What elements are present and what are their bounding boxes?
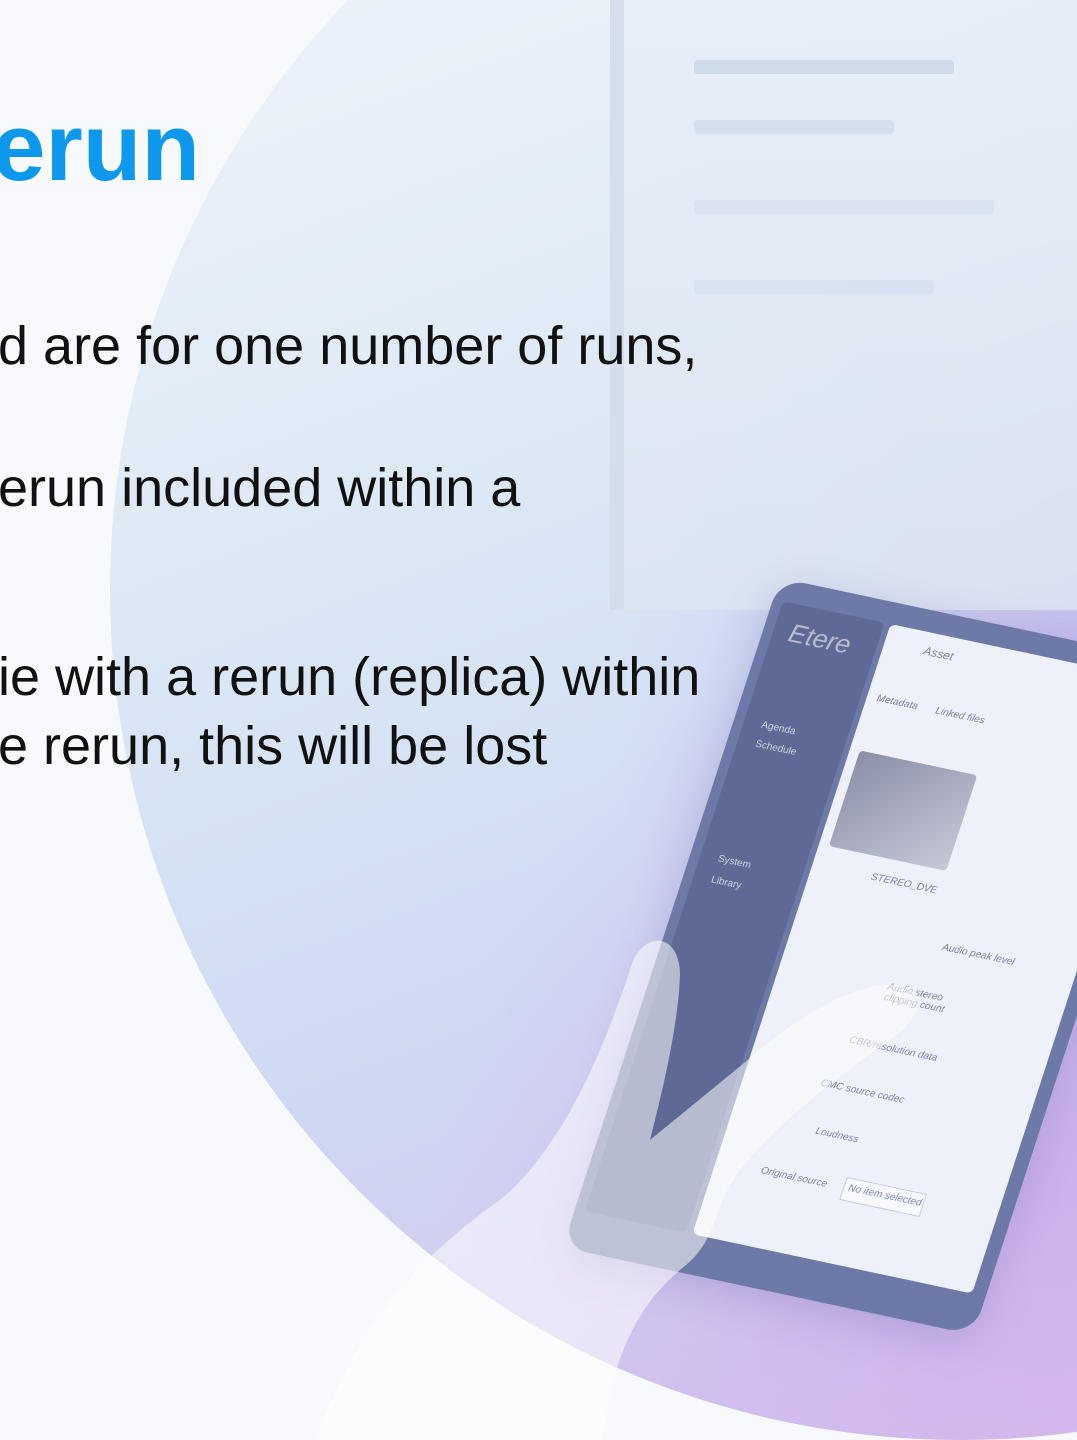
slide: Etere Agenda Schedule System Library Ass… (0, 0, 1077, 1440)
monitor-bar (694, 120, 894, 134)
paragraph-line: ie with a rerun (replica) within (0, 647, 701, 707)
paragraph-line: e rerun, this will be lost (0, 716, 548, 776)
monitor-bar (694, 200, 994, 214)
screen-tab: Linked files (933, 705, 987, 727)
screen-tab: Asset (921, 643, 956, 664)
paragraph-line: erun included within a (0, 458, 521, 518)
monitor-bar (694, 60, 954, 74)
background-monitor (610, 0, 1077, 610)
paragraph-line: d are for one number of runs, (0, 316, 698, 376)
monitor-bar (694, 280, 934, 294)
screen-tab: Metadata (875, 693, 920, 713)
sidebar-item: Agenda (759, 719, 797, 738)
sidebar-item: Schedule (753, 738, 798, 758)
hand-icon (316, 940, 919, 1440)
slide-title: erun (0, 94, 201, 201)
tablet-logo: Etere (784, 617, 856, 660)
